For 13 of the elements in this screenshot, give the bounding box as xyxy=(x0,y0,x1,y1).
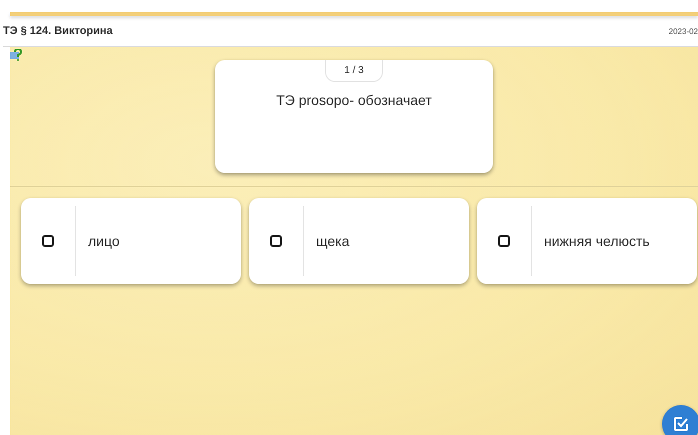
checkbox[interactable] xyxy=(42,235,54,247)
page-title: ТЭ § 124. Викторина xyxy=(3,25,113,37)
answer-option[interactable]: щека xyxy=(249,198,469,284)
question-text: ТЭ prosopo- обозначает xyxy=(276,92,432,108)
question-counter: 1 / 3 xyxy=(325,60,383,82)
answer-option[interactable]: лицо xyxy=(21,198,241,284)
checkbox[interactable] xyxy=(498,235,510,247)
checkbox-tick-icon xyxy=(673,416,689,432)
check-answer-button[interactable] xyxy=(662,405,698,435)
checkbox[interactable] xyxy=(270,235,282,247)
date-label: 2023-02 xyxy=(668,26,698,36)
answer-option[interactable]: нижняя челюсть xyxy=(477,198,697,284)
help-icon[interactable] xyxy=(10,49,22,61)
